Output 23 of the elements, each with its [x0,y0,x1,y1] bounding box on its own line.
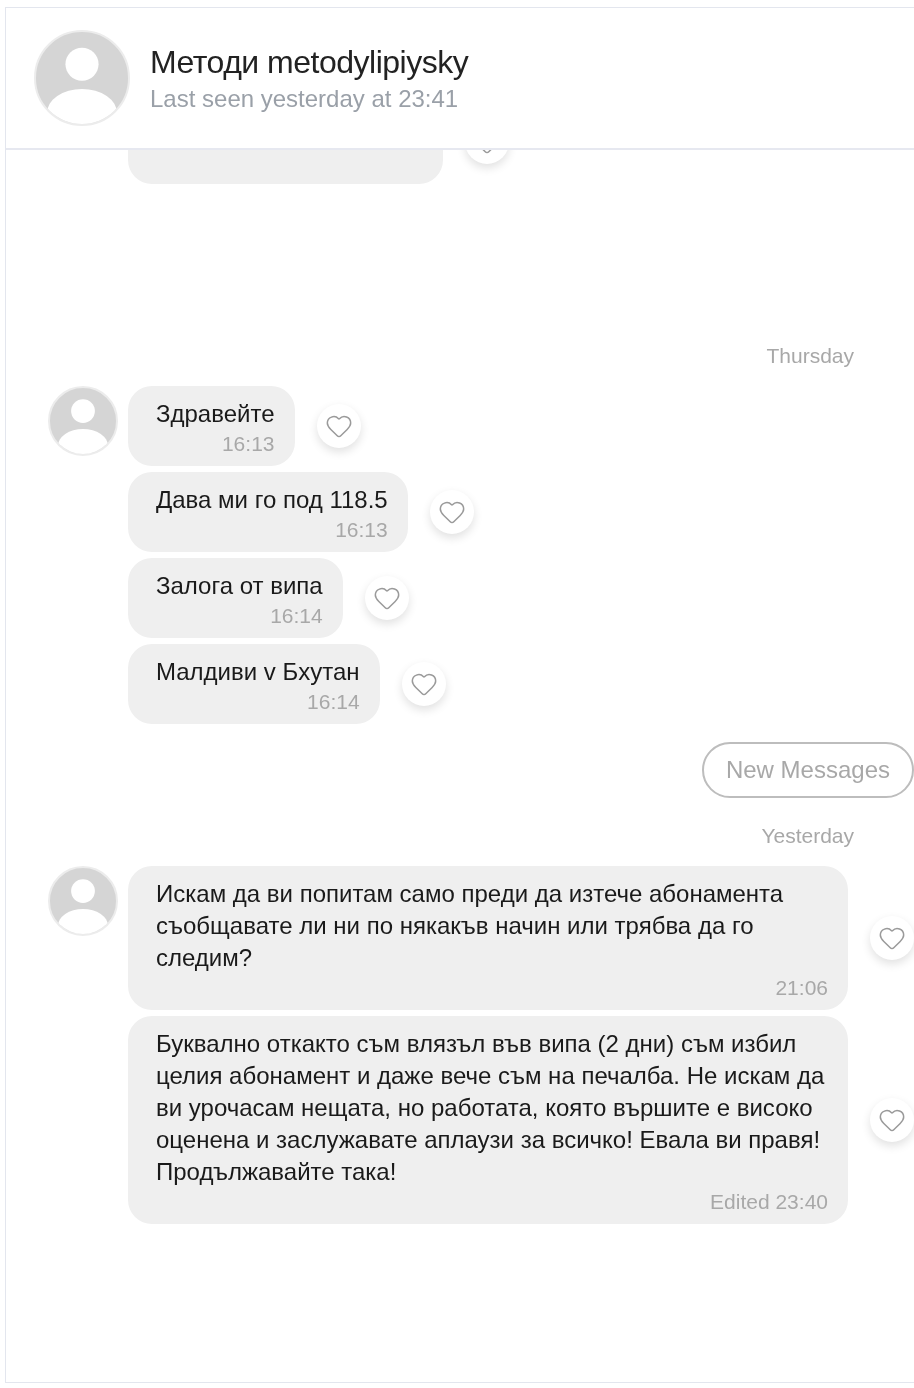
message-text: Искам да ви попитам само преди да изтече абонамента съобщавате ли ни по някакъв начин или трябва да го следим? [156,879,785,973]
message-text: Дава ми го под 118.5 [156,485,388,515]
like-button[interactable] [429,490,474,534]
like-button[interactable] [870,1098,914,1142]
like-button[interactable] [316,404,361,448]
like-button[interactable] [870,916,914,960]
message-time: 16:13 [335,518,388,542]
message-text: Здравейте [156,399,275,429]
message-time: 16:14 [270,604,323,628]
like-button[interactable] [401,662,446,706]
message-time: Edited 23:40 [710,1190,828,1214]
date-label: Thursday [766,344,854,368]
date-label: Yesterday [761,824,854,848]
message-text: Залога от випа [156,571,323,601]
message-time: 16:14 [307,690,360,714]
message-text: Буквално откакто съм влязъл във випа (2 дни) съм избил целия абонамент и даже вече съм на печалба. Не искам да ви урочасам нещата, но работата, която вършите е високо оценена и заслужавате аплаузи за всичко! Евала ви правя! Продължавайте така! [156,1029,826,1187]
like-button[interactable] [364,576,409,620]
message-time: 21:06 [775,976,828,1000]
message-time: 16:13 [221,432,275,456]
new-messages-button[interactable]: New Messages [701,742,914,798]
contact-name: Методи metodylipiysky [150,43,469,81]
message-text: Малдиви v Бхутан [156,657,360,687]
last-seen-status: Last seen yesterday at 23:41 [150,84,460,113]
